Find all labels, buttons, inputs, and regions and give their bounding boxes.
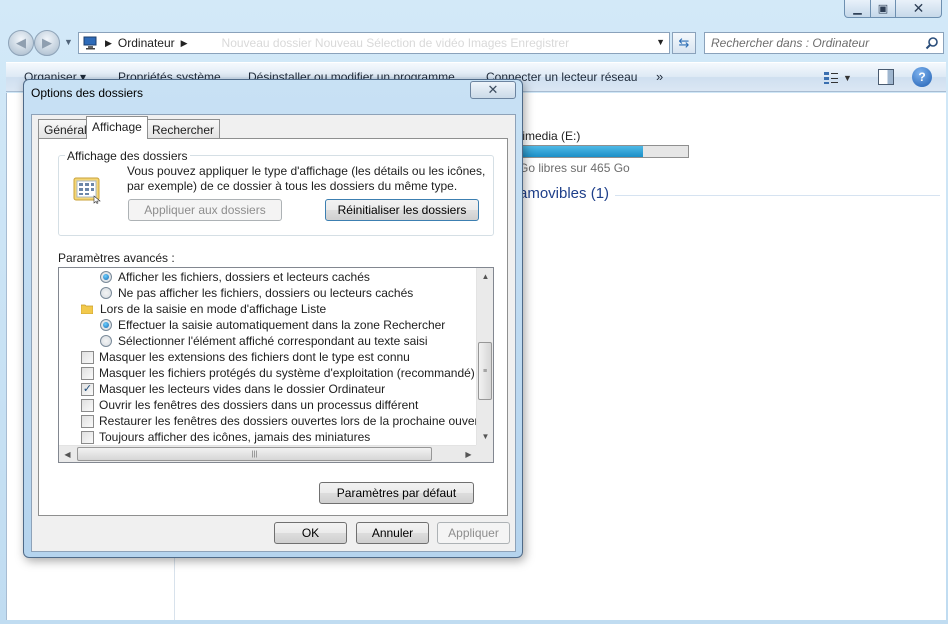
advanced-setting-row[interactable]: Lors de la saisie en mode d'affichage Li… (81, 301, 326, 317)
checkbox[interactable] (81, 430, 94, 444)
advanced-setting-row[interactable]: Masquer les extensions des fichiers dont… (81, 349, 410, 365)
advanced-setting-label: Restaurer les fenêtres des dossiers ouve… (99, 414, 477, 428)
folder-options-dialog: Options des dossiers ✕ Général Affichage… (23, 79, 523, 558)
tab-search[interactable]: Rechercher (146, 119, 221, 138)
advanced-setting-label: Afficher les fichiers, dossiers et lecte… (118, 270, 370, 284)
folder-view-group: Affichage des dossiers Vous pouvez appli… (58, 149, 494, 236)
help-icon[interactable]: ? (912, 67, 932, 87)
advanced-setting-label: Masquer les extensions des fichiers dont… (99, 350, 410, 364)
close-icon: ✕ (487, 82, 499, 97)
apply-button[interactable]: Appliquer (437, 522, 510, 544)
search-input[interactable]: Rechercher dans : Ordinateur (711, 36, 925, 50)
advanced-setting-row[interactable]: Ouvrir les fenêtres des dossiers dans un… (81, 397, 418, 413)
radio-button[interactable] (100, 287, 112, 299)
search-icon (925, 37, 938, 50)
radio-button[interactable] (100, 335, 112, 347)
minimize-button[interactable]: ▁ (844, 0, 871, 18)
horizontal-scroll-thumb[interactable]: ||| (77, 447, 432, 461)
removable-storage-header[interactable]: amovibles (1) (519, 185, 609, 202)
back-button[interactable]: ◀ (8, 30, 34, 56)
checkbox[interactable] (81, 414, 94, 428)
scroll-down-icon[interactable]: ▼ (477, 428, 493, 445)
breadcrumb-location[interactable]: Ordinateur (118, 36, 175, 50)
checkbox[interactable] (81, 398, 94, 412)
change-view-button[interactable]: ▼ (823, 69, 853, 87)
advanced-setting-row[interactable]: Ne pas afficher les fichiers, dossiers o… (100, 285, 413, 301)
checkbox[interactable] (81, 350, 94, 364)
view-details-icon (824, 72, 838, 84)
checkbox[interactable] (81, 366, 94, 380)
folder-view-group-title: Affichage des dossiers (65, 149, 190, 163)
preview-pane-icon[interactable] (878, 69, 894, 85)
advanced-setting-label: Masquer les fichiers protégés du système… (99, 366, 475, 380)
tab-general[interactable]: Général (38, 119, 93, 138)
address-bar[interactable]: ▶ Ordinateur ▶ Nouveau dossier Nouveau S… (78, 32, 670, 54)
advanced-setting-label: Ne pas afficher les fichiers, dossiers o… (118, 286, 414, 300)
advanced-settings-label: Paramètres avancés : (58, 251, 175, 265)
radio-button[interactable] (100, 271, 112, 283)
address-ghost-text: Nouveau dossier Nouveau Sélection de vid… (221, 36, 570, 50)
advanced-settings-items: Afficher les fichiers, dossiers et lecte… (59, 268, 477, 445)
scrollbar-corner (476, 445, 493, 462)
advanced-setting-row[interactable]: Toujours afficher des icônes, jamais des… (81, 429, 370, 445)
advanced-setting-label: Masquer les lecteurs vides dans le dossi… (99, 382, 386, 396)
close-window-button[interactable]: ✕ (896, 0, 942, 18)
group-divider (615, 195, 940, 196)
radio-button[interactable] (100, 319, 112, 331)
scroll-right-icon[interactable]: ▶ (460, 446, 477, 462)
dialog-body: Général Affichage Rechercher Affichage d… (31, 114, 516, 552)
drive-free-space: Go libres sur 465 Go (519, 161, 630, 175)
drive-label[interactable]: timedia (E:) (519, 129, 580, 143)
vertical-scrollbar[interactable]: ▲ ≡ ▼ (476, 268, 493, 445)
restore-defaults-button[interactable]: Paramètres par défaut (319, 482, 474, 504)
checkbox[interactable]: ✓ (81, 382, 94, 396)
drive-usage-bar (519, 145, 689, 158)
folder-icon (81, 304, 93, 314)
advanced-setting-label: Effectuer la saisie automatiquement dans… (118, 318, 446, 332)
maximize-button[interactable]: ▣ (871, 0, 896, 18)
advanced-setting-row[interactable]: Sélectionner l'élément affiché correspon… (100, 333, 428, 349)
refresh-button[interactable]: ⇆ (672, 32, 696, 54)
refresh-icon: ⇆ (678, 35, 690, 50)
advanced-setting-row[interactable]: Masquer les fichiers protégés du système… (81, 365, 475, 381)
folder-view-description: Vous pouvez appliquer le type d'affichag… (127, 164, 486, 193)
scroll-up-icon[interactable]: ▲ (477, 268, 493, 285)
apply-to-folders-button[interactable]: Appliquer aux dossiers (128, 199, 282, 221)
address-dropdown-icon[interactable]: ▼ (656, 37, 665, 47)
advanced-setting-label: Ouvrir les fenêtres des dossiers dans un… (99, 398, 419, 412)
view-tab-page: Affichage des dossiers Vous pouvez appli… (38, 138, 508, 516)
reset-folders-button[interactable]: Réinitialiser les dossiers (325, 199, 479, 221)
scroll-left-icon[interactable]: ◀ (59, 446, 76, 462)
chevron-down-icon[interactable]: ▼ (843, 73, 852, 83)
folder-view-icon (73, 177, 101, 204)
tab-view[interactable]: Affichage (86, 116, 148, 139)
drive-usage-fill (520, 146, 643, 157)
ok-button[interactable]: OK (274, 522, 347, 544)
arrow-left-icon: ◀ (16, 35, 26, 50)
recent-pages-dropdown[interactable]: ▼ (64, 37, 73, 47)
advanced-setting-row[interactable]: Afficher les fichiers, dossiers et lecte… (100, 269, 370, 285)
dialog-title: Options des dossiers (31, 86, 144, 100)
window-caption-buttons: ▁ ▣ ✕ (844, 0, 942, 18)
advanced-setting-row[interactable]: ✓ Masquer les lecteurs vides dans le doss… (81, 381, 385, 397)
advanced-setting-row[interactable]: Effectuer la saisie automatiquement dans… (100, 317, 445, 333)
breadcrumb-separator-icon[interactable]: ▶ (181, 38, 188, 49)
horizontal-scrollbar[interactable]: ◀ ||| ▶ (59, 445, 477, 462)
advanced-setting-label: Toujours afficher des icônes, jamais des… (99, 430, 371, 444)
more-commands-button[interactable]: » (656, 69, 663, 84)
computer-icon (83, 36, 97, 50)
advanced-setting-label: Sélectionner l'élément affiché correspon… (118, 334, 428, 348)
search-box[interactable]: Rechercher dans : Ordinateur (704, 32, 944, 54)
dialog-close-button[interactable]: ✕ (470, 81, 516, 99)
vertical-scroll-thumb[interactable]: ≡ (478, 342, 492, 400)
advanced-settings-list[interactable]: Afficher les fichiers, dossiers et lecte… (58, 267, 494, 463)
arrow-right-icon: ▶ (42, 35, 52, 50)
advanced-setting-label: Lors de la saisie en mode d'affichage Li… (100, 302, 327, 316)
advanced-setting-row[interactable]: Restaurer les fenêtres des dossiers ouve… (81, 413, 477, 429)
navigation-bar: ◀ ▶ ▼ ▶ Ordinateur ▶ Nouveau dossier Nou… (6, 30, 946, 58)
breadcrumb-separator-icon[interactable]: ▶ (105, 38, 112, 49)
cancel-button[interactable]: Annuler (356, 522, 429, 544)
forward-button[interactable]: ▶ (34, 30, 60, 56)
